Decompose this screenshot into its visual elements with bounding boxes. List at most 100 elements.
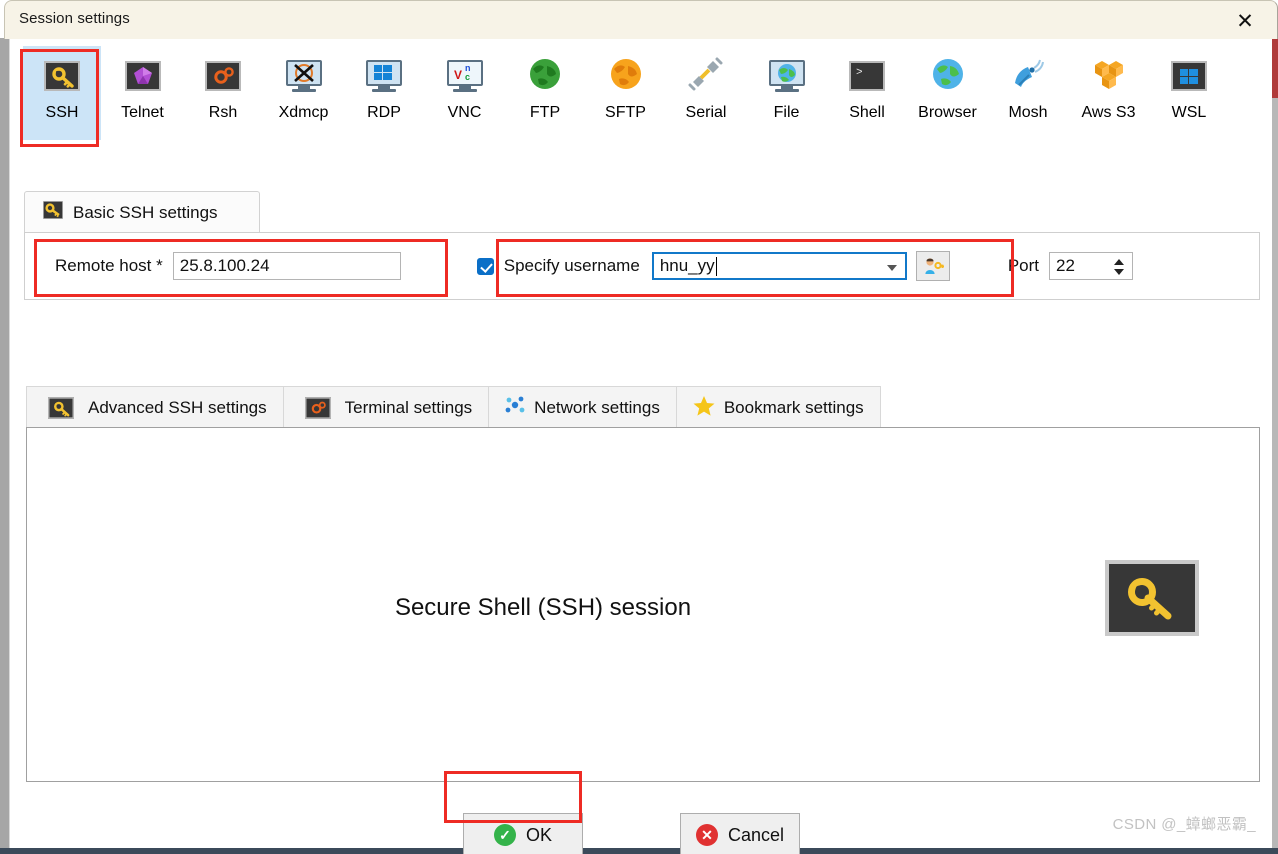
close-icon[interactable]: ✕ [1225, 7, 1265, 35]
globe-monitor-icon [767, 56, 807, 96]
plug-icon [686, 56, 726, 96]
protocol-label-vnc: VNC [447, 104, 482, 121]
protocol-label-serial: Serial [685, 104, 727, 121]
protocol-label-sftp: SFTP [605, 104, 646, 121]
protocol-tile-xdmcp[interactable]: Xdmcp [265, 46, 343, 140]
aws-cubes-icon [1092, 57, 1126, 96]
protocol-tile-sftp[interactable]: SFTP [587, 46, 665, 140]
protocol-label-ssh: SSH [45, 104, 79, 121]
x-monitor-icon [285, 60, 322, 92]
star-icon [693, 395, 715, 421]
tab-advanced-settings[interactable]: Advanced SSH settings [26, 386, 284, 428]
port-input[interactable]: 22 [1049, 252, 1133, 280]
gem-icon [124, 61, 161, 91]
tab-network-settings[interactable]: Network settings [489, 386, 677, 428]
settings-tab-strip: Advanced SSH settings Terminal settings Ne… [26, 386, 1260, 428]
key-icon-large [1105, 560, 1199, 636]
tab-basic-ssh-settings[interactable]: Basic SSH settings [24, 191, 260, 233]
window-right-edge [1272, 38, 1278, 854]
terminal-icon: > [847, 56, 887, 96]
orange-globe-icon [606, 56, 646, 96]
network-dots-icon [505, 395, 525, 420]
protocol-tile-vnc[interactable]: Vn c VNC [426, 46, 504, 140]
protocol-tile-ftp[interactable]: FTP [506, 46, 584, 140]
watermark-text: CSDN @_蟑螂恶霸_ [1112, 816, 1256, 833]
protocol-label-mosh: Mosh [1008, 104, 1048, 121]
orange-globe-icon [610, 58, 642, 95]
protocol-label-xdmcp: Xdmcp [278, 104, 329, 121]
tab-terminal-settings[interactable]: Terminal settings [283, 386, 490, 428]
port-stepper[interactable] [1110, 253, 1128, 281]
stepper-down-icon[interactable] [1114, 269, 1124, 275]
title-bar: Session settings ✕ [4, 0, 1278, 39]
username-value: hnu_yy [659, 256, 715, 275]
remote-host-label: Remote host * [55, 256, 163, 275]
windows-icon [1171, 61, 1207, 91]
dialog-body: SSH Telnet Rsh Xdmcp RDP Vn c VNC FTP SFTP Serial F… [9, 39, 1272, 854]
window-bottom-edge [0, 848, 1278, 854]
protocol-tile-telnet[interactable]: Telnet [104, 46, 182, 140]
blue-globe-icon [928, 56, 968, 96]
protocol-label-rsh: Rsh [208, 104, 238, 121]
session-preview-panel: Secure Shell (SSH) session [26, 427, 1260, 782]
green-globe-icon [529, 58, 561, 95]
windows-icon [1169, 56, 1209, 96]
svg-text:c: c [465, 72, 470, 82]
vnc-monitor-icon: Vnc [446, 60, 483, 92]
basic-settings-panel: Remote host * 25.8.100.24 Specify userna… [24, 232, 1260, 300]
x-monitor-icon [284, 56, 324, 96]
user-key-icon [925, 258, 944, 274]
windows-monitor-icon [366, 60, 402, 92]
plug-icon [688, 57, 724, 96]
port-label: Port [1007, 256, 1039, 275]
aws-cubes-icon [1089, 56, 1129, 96]
session-type-title: Secure Shell (SSH) session [394, 594, 692, 621]
x-circle-icon: ✕ [695, 824, 718, 846]
username-combobox[interactable]: hnu_yy [651, 252, 907, 280]
protocol-label-awss3: Aws S3 [1081, 104, 1136, 121]
protocol-label-shell: Shell [849, 104, 885, 121]
ok-button[interactable]: ✓ OK [463, 813, 583, 854]
specify-username-checkbox[interactable] [476, 257, 494, 275]
gears-icon [205, 61, 241, 91]
stepper-up-icon[interactable] [1114, 259, 1124, 265]
gears-icon [203, 56, 243, 96]
remote-host-input[interactable]: 25.8.100.24 [172, 252, 401, 280]
chevron-down-icon[interactable] [886, 265, 897, 271]
tab-terminal-label: Terminal settings [344, 397, 473, 417]
protocol-label-telnet: Telnet [121, 104, 164, 121]
protocol-label-wsl: WSL [1171, 104, 1207, 121]
protocol-tile-wsl[interactable]: WSL [1150, 46, 1228, 140]
tab-bookmark-settings[interactable]: Bookmark settings [676, 386, 881, 428]
windows-monitor-icon [364, 56, 404, 96]
text-caret [715, 256, 717, 276]
protocol-tile-awss3[interactable]: Aws S3 [1070, 46, 1148, 140]
protocol-tile-file[interactable]: File [748, 46, 826, 140]
key-icon [42, 56, 82, 96]
vnc-monitor-icon: Vnc [445, 56, 485, 96]
key-icon [44, 61, 80, 91]
protocol-tile-browser[interactable]: Browser [909, 46, 987, 140]
window-left-edge [0, 38, 9, 854]
specify-username-label: Specify username [503, 256, 640, 275]
protocol-tile-ssh[interactable]: SSH [23, 46, 101, 140]
user-key-icon-button[interactable] [915, 251, 950, 281]
protocol-tile-mosh[interactable]: Mosh [989, 46, 1067, 140]
star-icon [693, 395, 715, 421]
cancel-button[interactable]: ✕ Cancel [680, 813, 800, 854]
ok-button-label: OK [525, 824, 552, 845]
tab-basic-ssh-label: Basic SSH settings [73, 202, 218, 222]
key-icon [42, 200, 64, 224]
green-globe-icon [525, 56, 565, 96]
check-circle-icon: ✓ [493, 824, 516, 846]
gears-icon [300, 393, 336, 423]
svg-text:>: > [856, 67, 863, 79]
protocol-label-browser: Browser [918, 104, 977, 121]
cancel-button-label: Cancel [727, 824, 785, 845]
protocol-tile-serial[interactable]: Serial [667, 46, 745, 140]
satellite-icon [1008, 56, 1048, 96]
satellite-icon [1011, 57, 1045, 96]
protocol-tile-rdp[interactable]: RDP [345, 46, 423, 140]
protocol-tile-rsh[interactable]: Rsh [184, 46, 262, 140]
protocol-tile-shell[interactable]: > Shell [828, 46, 906, 140]
